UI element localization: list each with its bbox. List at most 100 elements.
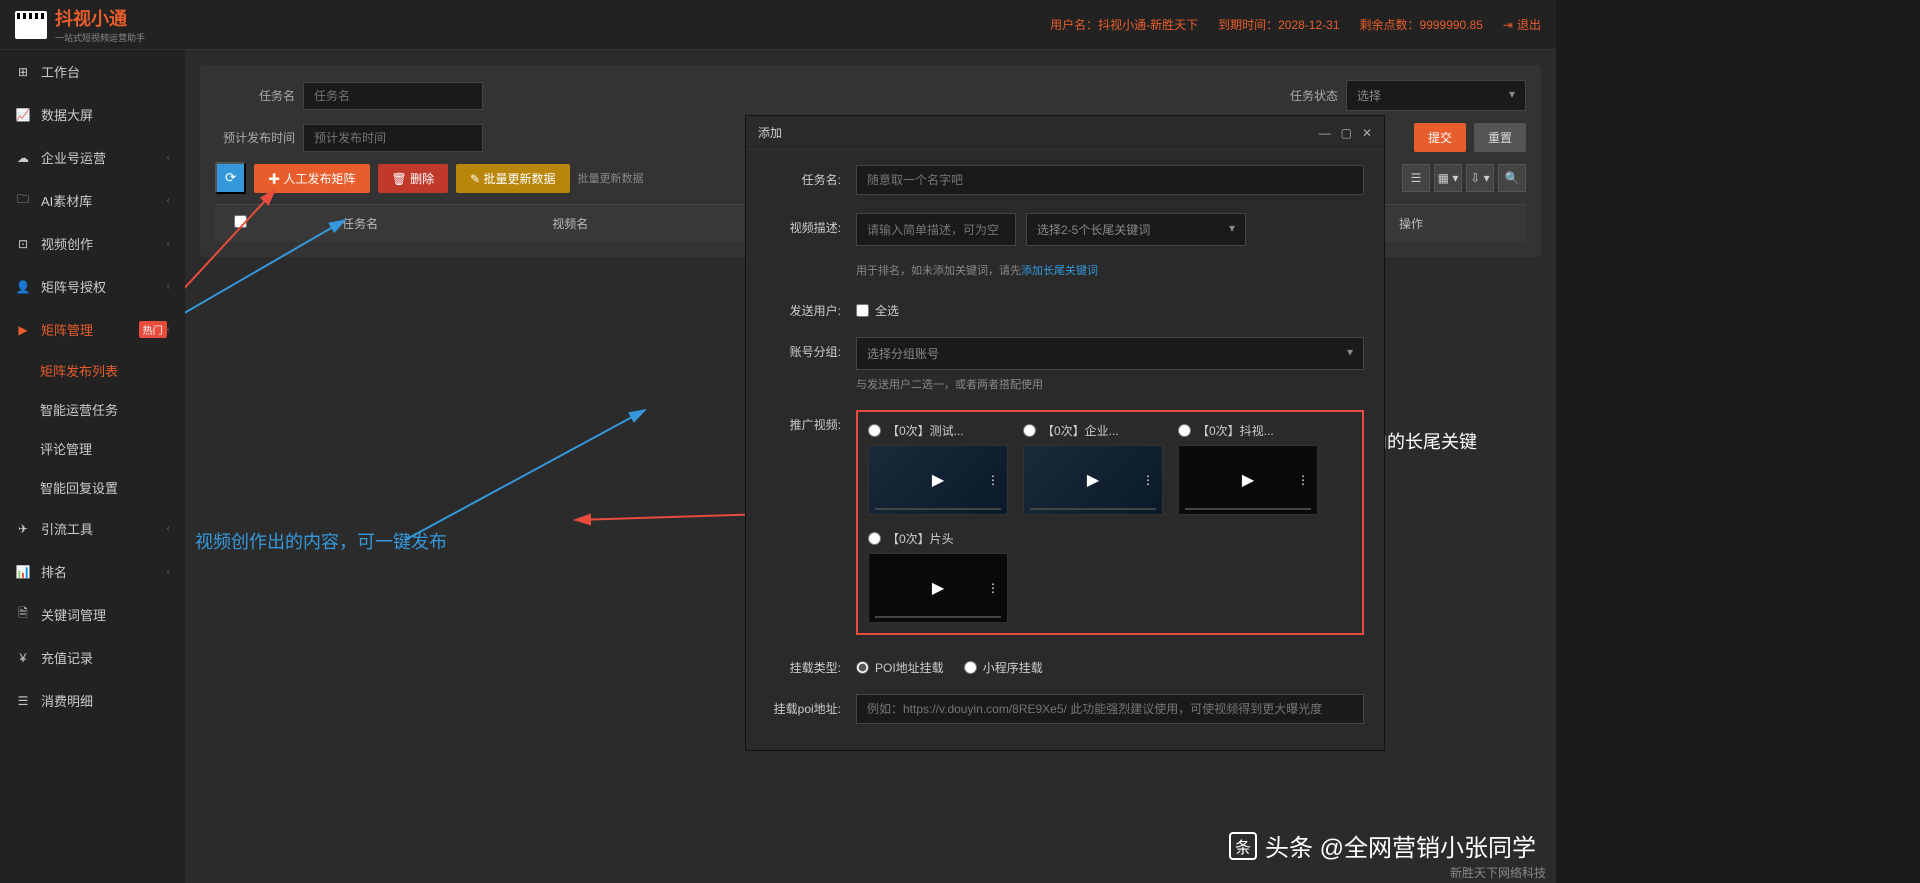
nav-矩阵号授权[interactable]: 👤矩阵号授权‹: [0, 265, 185, 308]
account-group-label: 账号分组:: [766, 337, 856, 360]
sidebar: ⊞工作台📈数据大屏☁企业号运营‹🗀AI素材库‹⊡视频创作‹👤矩阵号授权‹▶矩阵管…: [0, 50, 185, 883]
yen-icon: ¥: [15, 650, 31, 666]
nav-排名[interactable]: 📊排名‹: [0, 550, 185, 593]
modal-desc-label: 视频描述:: [766, 213, 856, 236]
export-button[interactable]: ⇩ ▾: [1466, 164, 1494, 192]
mount-miniapp-radio[interactable]: 小程序挂载: [964, 659, 1043, 676]
task-status-select[interactable]: 选择▾: [1346, 80, 1526, 111]
refresh-button[interactable]: ⟳: [215, 162, 246, 194]
video-thumb[interactable]: ▶⋮: [868, 553, 1008, 623]
video-item-3[interactable]: 【0次】片头▶⋮: [868, 530, 1008, 623]
logo-icon: [15, 11, 47, 39]
publish-time-label: 预计发布时间: [215, 129, 295, 146]
mount-poi-radio[interactable]: POI地址挂载: [856, 659, 944, 676]
chevron-icon: ‹: [167, 195, 170, 206]
video-grid: 【0次】测试...▶⋮ 【0次】企业...▶⋮ 【0次】抖视...▶⋮ 【0次】…: [856, 410, 1364, 635]
video-item-0[interactable]: 【0次】测试...▶⋮: [868, 422, 1008, 515]
close-icon[interactable]: ✕: [1362, 126, 1372, 140]
nav-引流工具[interactable]: ✈引流工具‹: [0, 507, 185, 550]
poi-addr-input[interactable]: [856, 694, 1364, 724]
select-all-checkbox[interactable]: [234, 215, 247, 228]
doc-icon: 🗎: [15, 607, 31, 623]
reset-button[interactable]: 重置: [1474, 123, 1526, 152]
send-icon: ✈: [15, 521, 31, 537]
nav-矩阵管理[interactable]: ▶矩阵管理热门‹: [0, 308, 185, 351]
task-name-label: 任务名: [215, 87, 295, 104]
account-group-select[interactable]: 选择分组账号: [856, 337, 1364, 370]
main-content: 任务名 任务状态 选择▾ 预计发布时间 提交 重置: [185, 50, 1556, 883]
list-icon: ☰: [15, 693, 31, 709]
play-icon: ▶: [932, 470, 944, 490]
points-info: 剩余点数：9999990.85: [1360, 16, 1483, 33]
nav-数据大屏[interactable]: 📈数据大屏: [0, 93, 185, 136]
task-name-input[interactable]: [303, 82, 483, 110]
video-thumb[interactable]: ▶⋮: [868, 445, 1008, 515]
submit-button[interactable]: 提交: [1414, 123, 1466, 152]
modal-title: 添加: [758, 124, 782, 141]
col-视频名: 视频名: [465, 215, 675, 232]
play-icon: ▶: [1242, 470, 1254, 490]
nav-视频创作[interactable]: ⊡视频创作‹: [0, 222, 185, 265]
batch-hint: 批量更新数据: [578, 170, 644, 186]
nav-关键词管理[interactable]: 🗎关键词管理: [0, 593, 185, 636]
nav-AI素材库[interactable]: 🗀AI素材库‹: [0, 179, 185, 222]
keyword-select[interactable]: 选择2-5个长尾关键词: [1026, 213, 1246, 246]
chevron-icon: ‹: [167, 238, 170, 249]
maximize-icon[interactable]: ▢: [1341, 126, 1352, 140]
add-keyword-link[interactable]: 添加长尾关键词: [1021, 265, 1098, 277]
delete-button[interactable]: 🗑 删除: [378, 164, 449, 193]
video-icon: ⊡: [15, 236, 31, 252]
header: 抖视小通 一站式短视频运营助手 用户名：抖视小通-新胜天下 到期时间：2028-…: [0, 0, 1556, 50]
publish-time-input[interactable]: [303, 124, 483, 152]
play-icon: ▶: [15, 322, 31, 338]
play-icon: ▶: [1087, 470, 1099, 490]
watermark-main: 条头条 @全网营销小张同学: [1229, 828, 1536, 863]
logo: 抖视小通 一站式短视频运营助手: [15, 5, 145, 44]
chevron-icon: ‹: [167, 281, 170, 292]
play-icon: ▶: [932, 578, 944, 598]
nav-企业号运营[interactable]: ☁企业号运营‹: [0, 136, 185, 179]
modal-taskname-input[interactable]: [856, 165, 1364, 195]
subnav-矩阵发布列表[interactable]: 矩阵发布列表: [10, 351, 185, 390]
chart-icon: 📈: [15, 107, 31, 123]
annotation-blue: 视频创作出的内容，可一键发布: [195, 530, 447, 555]
modal-taskname-label: 任务名:: [766, 165, 856, 188]
view-list-button[interactable]: ☰: [1402, 164, 1430, 192]
more-icon[interactable]: ⋮: [1142, 473, 1154, 487]
subnav-智能运营任务[interactable]: 智能运营任务: [10, 390, 185, 429]
nav-充值记录[interactable]: ¥充值记录: [0, 636, 185, 679]
view-grid-button[interactable]: ▦ ▾: [1434, 164, 1462, 192]
poi-addr-label: 挂载poi地址:: [766, 694, 856, 717]
logout-button[interactable]: ⇥ 退出: [1503, 16, 1541, 33]
nav-消费明细[interactable]: ☰消费明细: [0, 679, 185, 722]
folder-icon: 🗀: [15, 193, 31, 209]
modal-desc-input[interactable]: [856, 213, 1016, 246]
video-thumb[interactable]: ▶⋮: [1023, 445, 1163, 515]
promo-video-label: 推广视频:: [766, 410, 856, 433]
video-thumb[interactable]: ▶⋮: [1178, 445, 1318, 515]
watermark-sub: 新胜天下网络科技: [1450, 864, 1546, 881]
add-modal: 添加 — ▢ ✕ 任务名: 视频描述:: [745, 115, 1385, 751]
more-icon[interactable]: ⋮: [1297, 473, 1309, 487]
batch-update-button[interactable]: ✎ 批量更新数据: [456, 164, 569, 193]
rank-icon: 📊: [15, 564, 31, 580]
select-all-users[interactable]: 全选: [856, 296, 1364, 319]
minimize-icon[interactable]: —: [1319, 126, 1331, 140]
col-任务名: 任务名: [255, 215, 465, 232]
more-icon[interactable]: ⋮: [987, 473, 999, 487]
nav-工作台[interactable]: ⊞工作台: [0, 50, 185, 93]
publish-matrix-button[interactable]: ✚ 人工发布矩阵: [254, 164, 369, 193]
video-item-2[interactable]: 【0次】抖视...▶⋮: [1178, 422, 1318, 515]
user-info: 用户名：抖视小通-新胜天下: [1050, 16, 1198, 33]
more-icon[interactable]: ⋮: [987, 581, 999, 595]
subnav-智能回复设置[interactable]: 智能回复设置: [10, 468, 185, 507]
video-item-1[interactable]: 【0次】企业...▶⋮: [1023, 422, 1163, 515]
task-status-label: 任务状态: [1258, 87, 1338, 104]
chevron-icon: ‹: [167, 324, 170, 335]
chevron-icon: ‹: [167, 523, 170, 534]
chevron-icon: ‹: [167, 152, 170, 163]
logo-text: 抖视小通: [55, 9, 127, 29]
hot-badge: 热门: [139, 321, 167, 338]
search-button[interactable]: 🔍: [1498, 164, 1526, 192]
subnav-评论管理[interactable]: 评论管理: [10, 429, 185, 468]
